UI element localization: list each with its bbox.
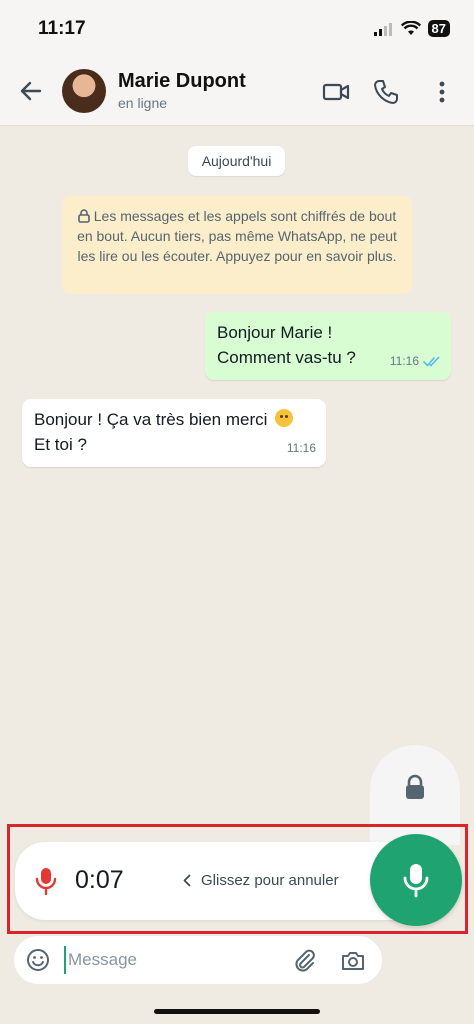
outgoing-message[interactable]: Bonjour Marie ! Comment vas-tu ? 11:16 bbox=[205, 312, 451, 380]
slide-to-cancel-label: Glissez pour annuler bbox=[201, 872, 339, 889]
contact-status: en ligne bbox=[118, 95, 168, 111]
message-text-line1-content: Bonjour ! Ça va très bien merci bbox=[34, 410, 268, 429]
battery-level: 87 bbox=[427, 20, 450, 37]
status-time: 11:17 bbox=[38, 18, 86, 39]
date-separator: Aujourd'hui bbox=[188, 146, 285, 176]
microphone-icon bbox=[403, 864, 429, 898]
message-text-line1: Bonjour ! Ça va très bien merci bbox=[34, 407, 314, 432]
lock-icon bbox=[77, 209, 90, 223]
contact-name[interactable]: Marie Dupont bbox=[118, 70, 246, 93]
message-text-line2: Et toi ? bbox=[34, 435, 87, 454]
incoming-message[interactable]: Bonjour ! Ça va très bien merci Et toi ?… bbox=[22, 399, 326, 467]
recording-timer: 0:07 bbox=[75, 866, 124, 894]
record-voice-button[interactable] bbox=[370, 834, 462, 926]
video-call-icon[interactable] bbox=[322, 78, 350, 106]
lock-icon bbox=[406, 774, 424, 799]
encryption-notice[interactable]: Les messages et les appels sont chiffrés… bbox=[62, 196, 412, 294]
message-composer bbox=[14, 936, 382, 984]
chat-header: Marie Dupont en ligne bbox=[0, 58, 474, 126]
message-input[interactable] bbox=[64, 946, 284, 974]
message-time: 11:16 bbox=[389, 354, 419, 368]
back-arrow-icon[interactable] bbox=[18, 78, 44, 104]
chevron-left-icon bbox=[183, 874, 191, 887]
emoji-icon[interactable] bbox=[26, 948, 50, 972]
wifi-icon bbox=[400, 21, 421, 35]
message-time: 11:16 bbox=[286, 441, 316, 455]
record-lock-slider[interactable] bbox=[370, 745, 460, 845]
camera-icon[interactable] bbox=[340, 948, 366, 974]
slide-to-cancel[interactable]: Glissez pour annuler bbox=[183, 872, 339, 889]
message-meta: 11:16 bbox=[390, 349, 441, 374]
phone-icon[interactable] bbox=[372, 78, 400, 106]
status-icons: 87 bbox=[373, 20, 450, 37]
smiling-face-emoji bbox=[275, 409, 294, 427]
home-indicator[interactable] bbox=[154, 1009, 320, 1014]
signal-icon bbox=[373, 22, 392, 36]
status-bar: 11:17 87 bbox=[0, 0, 474, 58]
more-options-icon[interactable] bbox=[428, 78, 456, 106]
chat-area[interactable]: Aujourd'hui Les messages et les appels s… bbox=[0, 126, 474, 826]
attach-icon[interactable] bbox=[292, 948, 318, 974]
avatar[interactable] bbox=[62, 69, 106, 113]
encryption-notice-text: Les messages et les appels sont chiffrés… bbox=[77, 208, 397, 264]
message-meta: 11:16 bbox=[287, 436, 316, 461]
microphone-icon bbox=[35, 868, 57, 896]
double-check-icon bbox=[423, 356, 440, 367]
